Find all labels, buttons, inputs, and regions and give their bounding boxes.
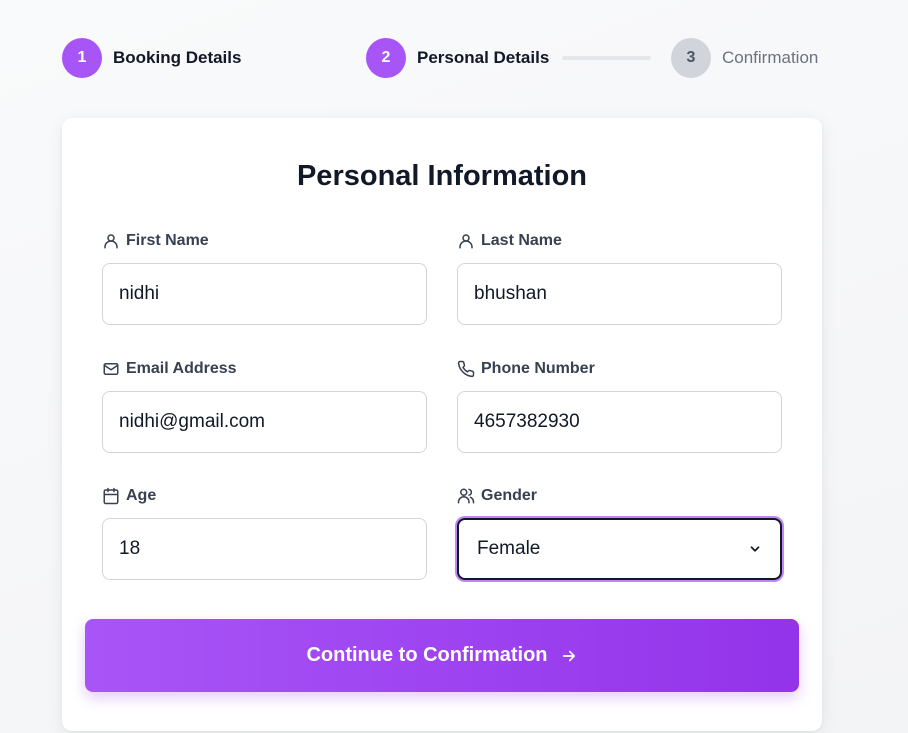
step-3-label: Confirmation bbox=[722, 48, 819, 67]
phone-input[interactable] bbox=[457, 391, 782, 453]
users-icon bbox=[457, 488, 475, 504]
last-name-input[interactable] bbox=[457, 263, 782, 325]
age-input[interactable] bbox=[102, 518, 427, 580]
step-2-label: Personal Details bbox=[417, 48, 550, 67]
age-label-row: Age bbox=[102, 486, 427, 506]
first-name-label: First Name bbox=[126, 232, 209, 249]
gender-selected-value: Female bbox=[477, 538, 541, 559]
last-name-group: Last Name bbox=[457, 231, 782, 325]
first-name-input[interactable] bbox=[102, 263, 427, 325]
arrow-right-icon bbox=[562, 650, 575, 661]
gender-select[interactable]: Female bbox=[457, 518, 782, 580]
phone-icon bbox=[457, 360, 475, 378]
step-2-indicator: 2 bbox=[366, 38, 406, 78]
step-1-label: Booking Details bbox=[113, 48, 242, 67]
gender-label: Gender bbox=[481, 487, 538, 504]
phone-label: Phone Number bbox=[481, 360, 595, 377]
step-confirmation: 3 Confirmation bbox=[671, 38, 818, 78]
chevron-down-icon bbox=[750, 546, 760, 552]
first-name-group: First Name bbox=[102, 231, 427, 325]
email-group: Email Address bbox=[102, 359, 427, 453]
step-3-indicator: 3 bbox=[671, 38, 711, 78]
user-icon bbox=[459, 234, 473, 249]
last-name-label: Last Name bbox=[481, 232, 562, 249]
phone-group: Phone Number bbox=[457, 359, 782, 453]
gender-group: Gender Female bbox=[457, 486, 782, 580]
last-name-label-row: Last Name bbox=[457, 231, 782, 251]
email-label-row: Email Address bbox=[102, 359, 427, 379]
email-input[interactable] bbox=[102, 391, 427, 453]
progress-stepper: 1 Booking Details 2 Personal Details 3 C… bbox=[62, 38, 842, 78]
step-connector-line bbox=[562, 56, 651, 60]
continue-to-confirmation-button[interactable]: Continue to Confirmation bbox=[85, 619, 799, 692]
step-booking-details: 1 Booking Details bbox=[62, 38, 241, 78]
personal-info-card: Personal Information First Name Last Nam… bbox=[62, 118, 822, 731]
user-icon bbox=[104, 234, 118, 249]
gender-label-row: Gender bbox=[457, 486, 782, 506]
age-group: Age bbox=[102, 486, 427, 580]
step-1-indicator: 1 bbox=[62, 38, 102, 78]
continue-button-label: Continue to Confirmation bbox=[306, 644, 548, 666]
page-title: Personal Information bbox=[296, 160, 588, 192]
email-label: Email Address bbox=[126, 360, 237, 377]
mail-icon bbox=[103, 363, 119, 375]
phone-label-row: Phone Number bbox=[457, 359, 782, 379]
step-personal-details: 2 Personal Details bbox=[366, 38, 549, 78]
first-name-label-row: First Name bbox=[102, 231, 427, 251]
age-label: Age bbox=[126, 487, 157, 504]
calendar-icon bbox=[103, 487, 119, 505]
